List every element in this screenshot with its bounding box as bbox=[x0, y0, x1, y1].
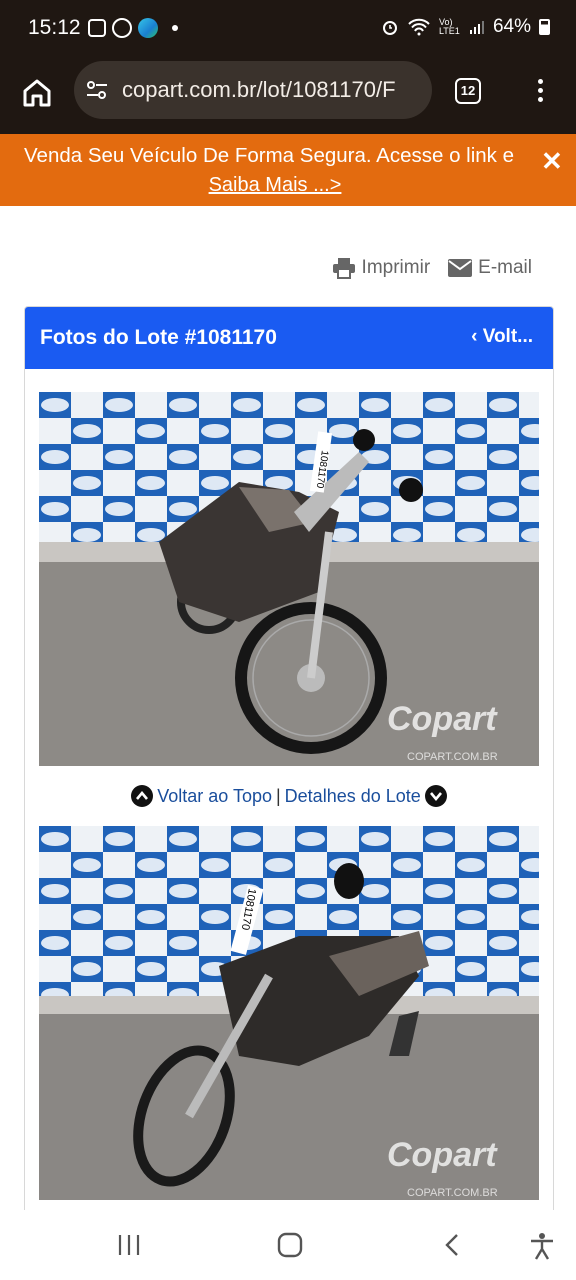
battery-percent: 64% bbox=[492, 16, 531, 37]
back-link[interactable]: ‹ Volt... bbox=[471, 326, 533, 348]
gallery-icon bbox=[88, 19, 106, 37]
signal-icon bbox=[469, 21, 484, 34]
lot-photo-2[interactable]: 1081170 Copart COPART.COM.BR bbox=[39, 826, 539, 1200]
lot-actions: Imprimir E-mail bbox=[332, 257, 532, 279]
whatsapp-icon bbox=[112, 18, 132, 38]
address-bar[interactable]: copart.com.br/lot/1081170/F bbox=[74, 61, 432, 119]
chevron-up-icon[interactable] bbox=[131, 785, 154, 807]
back-to-top-link[interactable]: Voltar ao Topo bbox=[157, 786, 272, 807]
status-time: 15:12 bbox=[28, 16, 81, 39]
envelope-icon bbox=[448, 259, 473, 277]
lot-photos-panel: Fotos do Lote #1081170 ‹ Volt... 1081170… bbox=[24, 306, 554, 1218]
copart-watermark-logo: Copart bbox=[387, 700, 498, 738]
url-text[interactable]: copart.com.br/lot/1081170/F bbox=[122, 77, 422, 103]
photo-nav-row: Voltar ao Topo | Detalhes do Lote bbox=[25, 785, 553, 807]
home-icon[interactable] bbox=[20, 76, 54, 110]
email-button[interactable]: E-mail bbox=[448, 257, 532, 279]
print-button[interactable]: Imprimir bbox=[332, 257, 431, 279]
more-menu-icon[interactable] bbox=[536, 76, 544, 106]
back-label: Volt... bbox=[482, 326, 533, 347]
promo-banner: Venda Seu Veículo De Forma Segura. Acess… bbox=[0, 134, 576, 206]
panel-title: Fotos do Lote #1081170 bbox=[40, 326, 277, 349]
alarm-icon bbox=[382, 21, 397, 35]
lot-photo-1[interactable]: 1081170 Copart COPART.COM.BR bbox=[39, 392, 539, 766]
copart-watermark-site: COPART.COM.BR bbox=[407, 751, 498, 763]
email-label: E-mail bbox=[478, 257, 532, 278]
copart-watermark-site-2: COPART.COM.BR bbox=[407, 1187, 498, 1199]
panel-header: Fotos do Lote #1081170 ‹ Volt... bbox=[25, 307, 553, 369]
lot-details-link[interactable]: Detalhes do Lote bbox=[285, 786, 421, 807]
nav-separator: | bbox=[275, 785, 281, 806]
wifi-icon bbox=[408, 18, 430, 36]
status-bar: 15:12 Vo) LTE1 64% bbox=[0, 0, 576, 58]
close-icon[interactable]: ✕ bbox=[541, 148, 563, 174]
chevron-left-icon: ‹ bbox=[471, 326, 483, 347]
printer-icon bbox=[332, 258, 355, 279]
volte-label: Vo) LTE1 bbox=[438, 17, 460, 36]
more-notifications-icon bbox=[172, 25, 178, 31]
back-nav-icon[interactable] bbox=[440, 1232, 466, 1258]
banner-text: Venda Seu Veículo De Forma Segura. Acess… bbox=[24, 144, 515, 167]
notification-icons bbox=[88, 18, 178, 38]
tab-switcher-button[interactable]: 12 bbox=[455, 78, 481, 104]
accessibility-icon[interactable] bbox=[529, 1232, 555, 1260]
banner-link[interactable]: Saiba Mais ...> bbox=[0, 174, 550, 197]
chevron-down-icon[interactable] bbox=[424, 785, 447, 807]
copart-watermark-logo-2: Copart bbox=[387, 1136, 498, 1174]
home-nav-icon[interactable] bbox=[277, 1232, 303, 1258]
system-nav-bar bbox=[0, 1210, 576, 1280]
recents-icon[interactable] bbox=[116, 1232, 142, 1258]
browser-toolbar: copart.com.br/lot/1081170/F 12 bbox=[0, 58, 576, 134]
battery-icon bbox=[539, 19, 550, 35]
site-settings-icon[interactable] bbox=[86, 79, 108, 101]
print-label: Imprimir bbox=[361, 257, 431, 278]
edge-icon bbox=[138, 18, 158, 38]
status-right: Vo) LTE1 64% bbox=[381, 16, 550, 38]
